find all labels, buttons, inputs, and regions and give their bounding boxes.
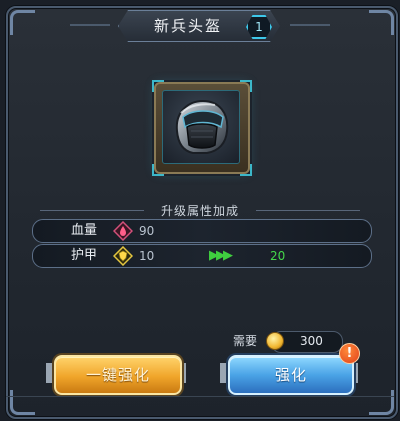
gold-coin-icon bbox=[266, 332, 284, 350]
frame-notch bbox=[240, 80, 252, 92]
item-title: 新兵头盔 bbox=[153, 17, 222, 35]
title-divider bbox=[290, 24, 330, 26]
enhance-button[interactable]: 强化 bbox=[228, 355, 354, 395]
section-divider bbox=[256, 210, 360, 211]
stat-label: 血量 bbox=[71, 223, 98, 238]
item-slot[interactable] bbox=[152, 80, 252, 176]
stat-value: 90 bbox=[139, 224, 155, 238]
button-wing bbox=[46, 363, 54, 383]
upgrade-arrow-icon: ▶▶▶ bbox=[209, 248, 233, 263]
frame-notch bbox=[152, 164, 164, 176]
frame-corner bbox=[369, 390, 394, 415]
cost-label: 需要 bbox=[233, 334, 258, 348]
section-title: 升级属性加成 bbox=[160, 204, 239, 218]
armor-shield-icon bbox=[112, 245, 134, 267]
stat-row-hp: 血量 90 bbox=[32, 219, 372, 243]
cost-value: 300 bbox=[300, 334, 323, 348]
stat-row-armor: 护甲 10 ▶▶▶ 20 bbox=[32, 244, 372, 268]
title-divider bbox=[70, 24, 110, 26]
frame-corner bbox=[10, 390, 35, 415]
frame-corner bbox=[369, 10, 394, 35]
frame-notch bbox=[240, 164, 252, 176]
stat-new-value: 20 bbox=[270, 249, 286, 263]
button-wing bbox=[220, 363, 228, 383]
section-divider bbox=[40, 210, 144, 211]
bottom-divider bbox=[6, 396, 394, 397]
stat-value: 10 bbox=[139, 249, 155, 263]
alert-badge-icon: ! bbox=[339, 343, 360, 364]
frame-corner bbox=[10, 10, 35, 35]
blood-gem-icon bbox=[112, 220, 134, 242]
helmet-icon bbox=[162, 90, 240, 164]
one-click-enhance-button[interactable]: 一键强化 bbox=[54, 355, 182, 395]
stat-label: 护甲 bbox=[71, 248, 98, 263]
frame-notch bbox=[152, 80, 164, 92]
